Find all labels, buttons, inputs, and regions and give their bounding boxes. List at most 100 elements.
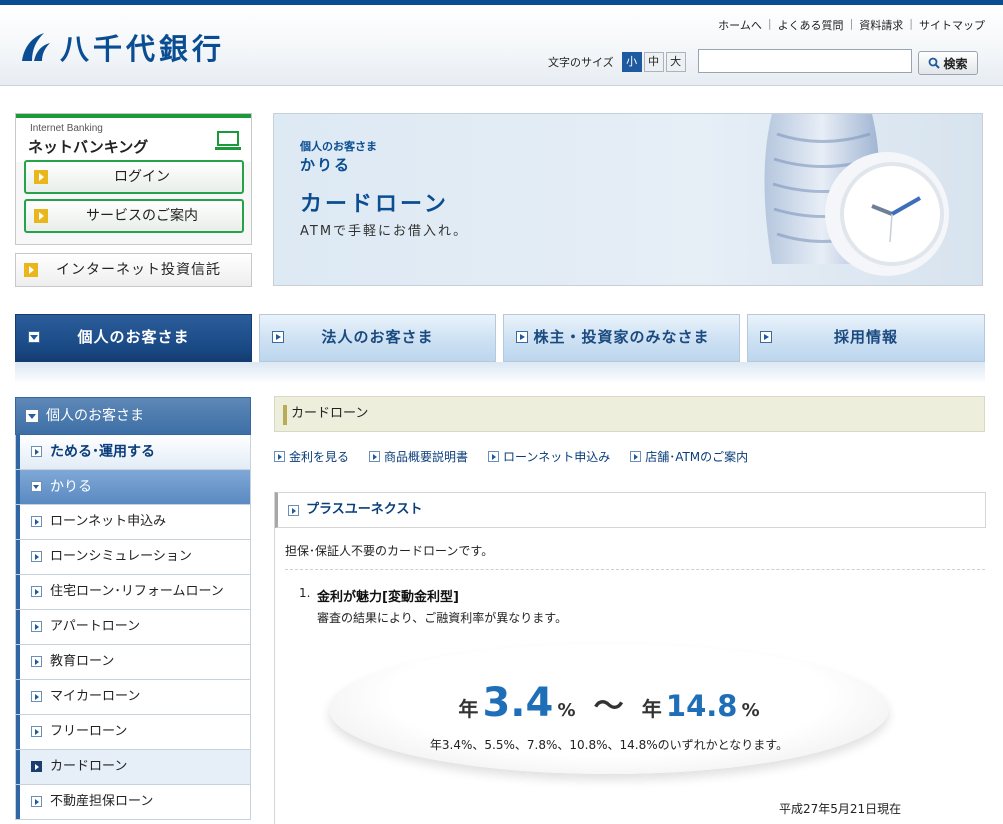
font-size-label: 文字のサイズ — [548, 56, 614, 69]
tab-recruit-label: 採用情報 — [833, 328, 898, 346]
sidebar-item-label: ためる･運用する — [50, 444, 155, 460]
sidebar-item[interactable]: ためる･運用する — [15, 435, 251, 470]
rate-prefix: 年 — [641, 697, 662, 721]
sidebar-header[interactable]: 個人のお客さま — [15, 397, 251, 435]
product-title: プラスユーネクスト — [306, 502, 423, 517]
dropdown-icon — [26, 410, 38, 422]
feature-number: 1. — [299, 586, 311, 600]
sidebar-item[interactable]: 住宅ローン･リフォームローン — [15, 575, 251, 610]
service-guide-label: サービスのご案内 — [86, 208, 198, 224]
sidebar-item[interactable]: マイカーローン — [15, 680, 251, 715]
internet-banking-en-label: Internet Banking — [30, 123, 103, 134]
sidebar-item-accent — [16, 610, 20, 644]
card-loan-banner[interactable]: 個人のお客さま かりる カードローン ATMで手軽にお借入れ。 — [273, 113, 983, 286]
sidebar-item-accent — [16, 645, 20, 679]
font-size-small-button[interactable]: 小 — [621, 52, 642, 72]
sidebar-item-label: カードローン — [50, 759, 128, 774]
sidebar-item[interactable]: フリーローン — [15, 715, 251, 750]
as-of-date: 平成27年5月21日現在 — [779, 802, 902, 816]
service-guide-button[interactable]: サービスのご案内 — [24, 199, 244, 233]
tab-investors-label: 株主・投資家のみなさま — [533, 328, 710, 346]
arrow-icon — [31, 621, 42, 632]
rate-display: 年 3.4 % 〜 年 14.8 % 年3.4%、5.5%、7.8%、10.8%… — [329, 644, 889, 774]
arrow-icon — [288, 505, 299, 516]
title-marker — [283, 405, 287, 425]
arrow-icon — [31, 656, 42, 667]
internet-banking-header: Internet Banking ネットバンキング — [16, 114, 251, 162]
utility-links: ホームへ | よくある質問 | 資料請求 | サイトマップ — [718, 17, 985, 33]
tab-personal[interactable]: 個人のお客さま — [15, 314, 252, 362]
login-button[interactable]: ログイン — [24, 160, 244, 194]
branch-atm-link[interactable]: 店舗･ATMのご案内 — [630, 448, 748, 465]
rate-unit: % — [741, 700, 760, 721]
sidebar-item-label: 不動産担保ローン — [50, 794, 154, 809]
feature-description: 審査の結果により、ご融資利率が異なります。 — [317, 611, 568, 625]
sub-links: 金利を見る 商品概要説明書 ローンネット申込み 店舗･ATMのご案内 — [274, 448, 748, 465]
arrow-icon — [31, 516, 42, 527]
sidebar-item-accent — [16, 435, 20, 469]
sidebar-item-label: 住宅ローン･リフォームローン — [50, 584, 224, 599]
sidebar-item-accent — [16, 505, 20, 539]
sidebar-item-accent — [16, 750, 20, 784]
rate-high: 14.8 — [665, 689, 738, 723]
internet-investment-trust-button[interactable]: インターネット投資信託 — [15, 253, 252, 287]
sidebar-item-accent — [16, 470, 20, 504]
sidebar-item-label: アパートローン — [50, 619, 141, 634]
sidebar-item[interactable]: ローンシミュレーション — [15, 540, 251, 575]
tab-personal-label: 個人のお客さま — [77, 328, 190, 346]
rates-link-label: 金利を見る — [289, 450, 350, 464]
search-button[interactable]: 検索 — [918, 51, 978, 75]
arrow-icon — [630, 451, 642, 462]
request-docs-link[interactable]: 資料請求 — [859, 17, 903, 33]
font-size-large-button[interactable]: 大 — [665, 52, 686, 72]
separator: | — [909, 17, 913, 30]
separator: | — [849, 17, 854, 30]
sitemap-link[interactable]: サイトマップ — [919, 17, 985, 33]
tab-corporate[interactable]: 法人のお客さま — [259, 314, 496, 362]
product-heading[interactable]: プラスユーネクスト — [275, 492, 986, 528]
rate-low: 3.4 — [482, 680, 554, 726]
search-input[interactable] — [698, 49, 912, 73]
sidebar-item-accent — [16, 715, 20, 749]
sidebar-item-label: 教育ローン — [50, 654, 115, 669]
arrow-icon — [31, 761, 42, 772]
internet-banking-title: ネットバンキング — [28, 138, 149, 156]
tab-investors[interactable]: 株主・投資家のみなさま — [503, 314, 740, 362]
search-icon — [929, 57, 941, 69]
rates-link[interactable]: 金利を見る — [274, 448, 349, 465]
loan-net-apply-link[interactable]: ローンネット申込み — [488, 448, 610, 465]
faq-link[interactable]: よくある質問 — [778, 17, 844, 33]
sidebar-item[interactable]: かりる — [15, 470, 251, 505]
banner-description: ATMで手軽にお借入れ。 — [300, 224, 469, 239]
arrow-icon — [488, 451, 500, 462]
site-header: 八千代銀行 ホームへ | よくある質問 | 資料請求 | サイトマップ 文字のサ… — [0, 5, 1003, 86]
arrow-icon — [369, 451, 381, 462]
sidebar-item[interactable]: 不動産担保ローン — [15, 785, 251, 820]
separator: | — [767, 17, 772, 30]
banner-title: カードローン — [300, 192, 449, 217]
sidebar-item[interactable]: アパートローン — [15, 610, 251, 645]
banner-subcategory: かりる — [300, 156, 352, 174]
arrow-icon — [31, 551, 42, 562]
branch-atm-label: 店舗･ATMのご案内 — [645, 450, 749, 464]
sidebar-item[interactable]: カードローン — [15, 750, 251, 785]
sidebar-item[interactable]: ローンネット申込み — [15, 505, 251, 540]
product-summary-link[interactable]: 商品概要説明書 — [369, 448, 468, 465]
home-link[interactable]: ホームへ — [718, 17, 762, 33]
sidebar-item-accent — [16, 785, 20, 819]
vase-and-clock-image — [764, 114, 949, 276]
bank-logo[interactable]: 八千代銀行 — [14, 27, 225, 67]
feature-title: 金利が魅力[変動金利型] — [317, 590, 459, 605]
product-section: プラスユーネクスト 担保･保証人不要のカードローンです。 1. 金利が魅力[変動… — [274, 492, 986, 824]
divider — [285, 569, 985, 570]
rate-unit: % — [557, 700, 576, 721]
arrow-icon — [31, 586, 42, 597]
bank-name: 八千代銀行 — [60, 32, 226, 66]
sidebar-item-accent — [16, 575, 20, 609]
nav-shadow — [15, 362, 985, 384]
sidebar-item-label: マイカーローン — [50, 689, 141, 704]
tab-recruit[interactable]: 採用情報 — [747, 314, 985, 362]
font-size-medium-button[interactable]: 中 — [643, 52, 664, 72]
bank-logo-icon — [22, 33, 50, 61]
sidebar-item[interactable]: 教育ローン — [15, 645, 251, 680]
